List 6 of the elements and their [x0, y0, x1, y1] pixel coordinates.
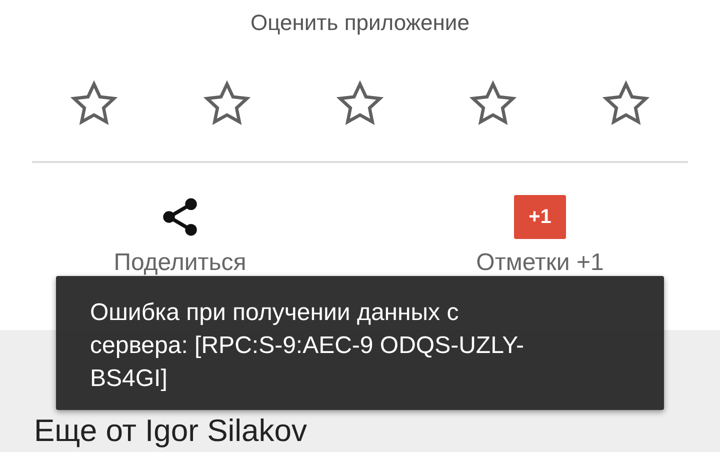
section-title: Еще от Igor Silakov [34, 413, 308, 449]
action-label: Поделиться [114, 249, 246, 277]
plus-one-badge[interactable]: +1 [514, 195, 566, 239]
action-label: Отметки +1 [476, 249, 604, 277]
toast-message: Ошибка при получении данных с сервера: [RPC:S-9:AEC-9 ODQS-UZLY-BS4GI] [90, 298, 525, 394]
rate-app-label: Оценить приложение [250, 10, 470, 36]
